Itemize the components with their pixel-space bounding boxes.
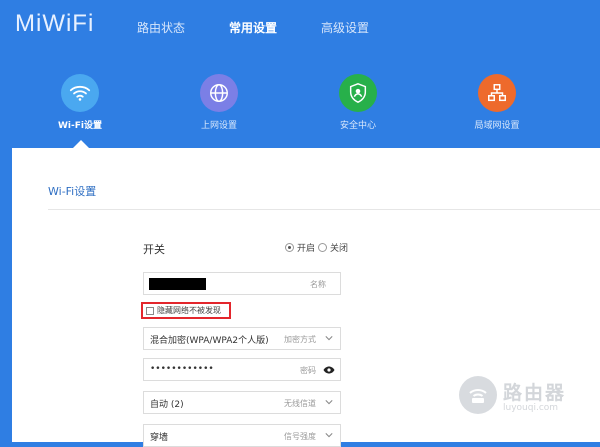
field-hint: 密码 xyxy=(300,366,316,375)
network-icon xyxy=(478,74,516,112)
quick-nav-lan[interactable]: 局域网设置 xyxy=(457,74,537,131)
section-title: Wi-Fi设置 xyxy=(48,185,97,198)
hide-network-label: 隐藏网络不被发现 xyxy=(157,306,221,315)
watermark: 路由器 luyouqi.com xyxy=(459,376,566,414)
shield-icon xyxy=(339,74,377,112)
quick-nav-label: 安全中心 xyxy=(339,121,376,131)
field-hint: 名称 xyxy=(310,280,326,289)
router-logo-icon xyxy=(459,376,497,414)
divider xyxy=(48,209,600,210)
field-value: •••••••••••• xyxy=(150,364,214,374)
watermark-subtitle: luyouqi.com xyxy=(503,402,559,413)
quick-nav-label: 上网设置 xyxy=(200,121,237,131)
signal-select[interactable]: 穿墙 信号强度 xyxy=(143,424,341,447)
tab-common-settings[interactable]: 常用设置 xyxy=(229,19,277,36)
switch-radio-group: 开启 关闭 xyxy=(285,241,348,254)
watermark-title: 路由器 xyxy=(503,381,567,404)
quick-nav-label: Wi-Fi设置 xyxy=(58,121,102,131)
channel-select[interactable]: 自动 (2) 无线信道 xyxy=(143,391,341,414)
chevron-down-icon xyxy=(325,433,333,438)
wifi-icon xyxy=(61,74,99,112)
radio-off-label: 关闭 xyxy=(330,244,349,254)
hide-network-checkbox[interactable] xyxy=(146,306,154,315)
eye-icon[interactable] xyxy=(323,366,335,374)
active-pointer xyxy=(73,140,89,148)
password-field[interactable]: •••••••••••• 密码 xyxy=(143,358,341,381)
wifi-name-field[interactable]: 名称 xyxy=(143,272,341,295)
radio-on[interactable] xyxy=(285,243,294,252)
radio-on-label: 开启 xyxy=(297,244,316,254)
field-hint: 加密方式 xyxy=(284,335,316,344)
quick-nav-security[interactable]: 安全中心 xyxy=(318,74,398,131)
header: MiWiFi 路由状态 常用设置 高级设置 Wi-Fi设置 上网设置 安全中心 … xyxy=(0,0,600,148)
field-value: 混合加密(WPA/WPA2个人版) xyxy=(150,336,269,346)
quick-nav-label: 局域网设置 xyxy=(474,121,520,131)
field-hint: 无线信道 xyxy=(284,399,316,408)
switch-label: 开关 xyxy=(143,243,165,256)
redacted-name xyxy=(149,278,206,290)
tab-advanced-settings[interactable]: 高级设置 xyxy=(321,19,369,36)
hide-network-checkbox-row[interactable]: 隐藏网络不被发现 xyxy=(141,302,231,319)
chevron-down-icon xyxy=(325,336,333,341)
quick-nav-internet[interactable]: 上网设置 xyxy=(179,74,259,131)
field-value: 自动 (2) xyxy=(150,400,184,410)
globe-icon xyxy=(200,74,238,112)
quick-nav-wifi[interactable]: Wi-Fi设置 xyxy=(40,74,120,131)
field-hint: 信号强度 xyxy=(284,432,316,441)
logo: MiWiFi xyxy=(15,10,95,37)
encryption-select[interactable]: 混合加密(WPA/WPA2个人版) 加密方式 xyxy=(143,327,341,350)
chevron-down-icon xyxy=(325,400,333,405)
radio-off[interactable] xyxy=(318,243,328,252)
field-value: 穿墙 xyxy=(150,433,169,443)
tab-router-status[interactable]: 路由状态 xyxy=(137,19,185,36)
